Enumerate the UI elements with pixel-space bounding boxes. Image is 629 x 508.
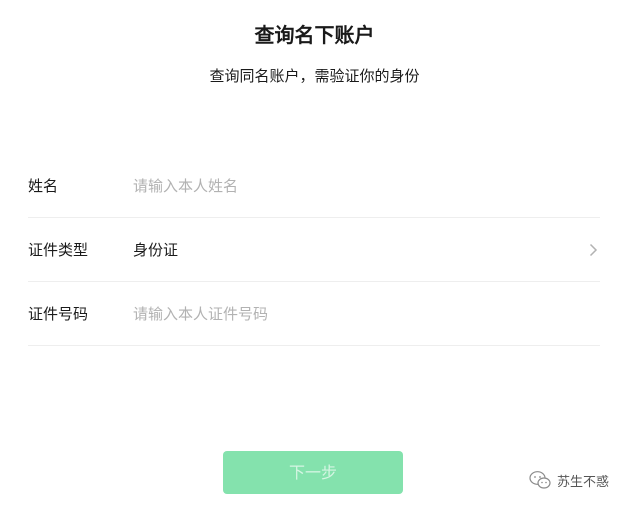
name-label: 姓名 [28,177,59,195]
id-number-input[interactable] [133,298,600,329]
watermark-text: 苏生不惑 [556,474,609,490]
page-subtitle: 查询同名账户，需验证你的身份 [209,67,420,85]
id-number-label: 证件号码 [28,305,89,323]
identity-form: 姓名 证件类型 身份证 证件号码 [28,154,600,346]
id-type-row[interactable]: 证件类型 身份证 [28,218,600,282]
id-number-row: 证件号码 [28,282,600,346]
id-type-label: 证件类型 [28,241,89,259]
name-row: 姓名 [28,154,600,218]
wechat-logo-icon [529,471,551,489]
watermark: 苏生不惑 [529,470,609,490]
id-type-value[interactable]: 身份证 [133,239,600,260]
page-title: 查询名下账户 [254,23,375,47]
chevron-right-icon [589,243,598,256]
next-button[interactable]: 下一步 [223,451,403,494]
name-input[interactable] [133,170,600,201]
